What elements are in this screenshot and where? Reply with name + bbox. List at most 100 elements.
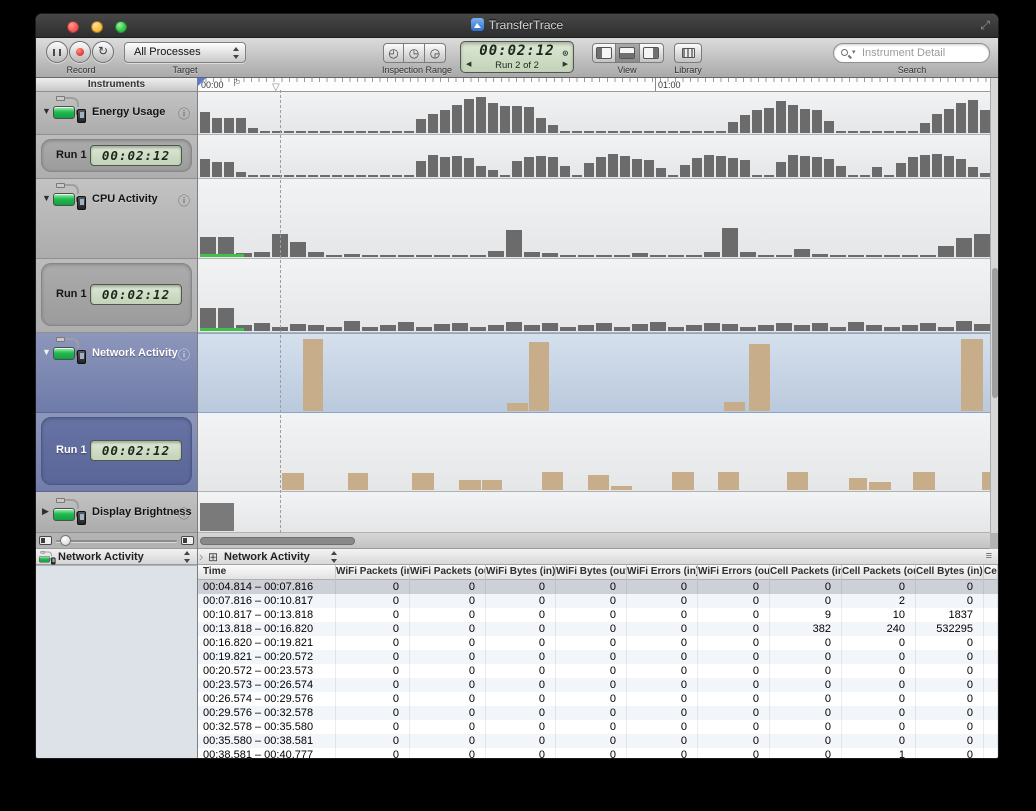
view-right-pane-button[interactable]	[640, 43, 664, 63]
column-header[interactable]: WiFi Packets (out)	[410, 565, 486, 580]
chart-bar	[611, 486, 632, 490]
chart-bar	[902, 255, 918, 257]
info-icon[interactable]: ⓘ	[178, 346, 190, 363]
zoom-slider-track[interactable]	[56, 540, 177, 542]
playhead-icon[interactable]: ▽	[272, 82, 280, 93]
table-cell: 0	[916, 594, 984, 608]
table-cell: 0	[842, 706, 916, 720]
track-zoom-slider-row	[36, 533, 197, 548]
table-cell	[984, 636, 998, 650]
inspection-range-end-button[interactable]: ◶	[425, 43, 446, 63]
table-row[interactable]: 00:07.816 – 00:10.817000000020	[198, 594, 998, 608]
vertical-scrollbar[interactable]	[990, 78, 998, 533]
detail-menu-icon[interactable]: ≡	[986, 550, 992, 562]
table-row[interactable]: 00:26.574 – 00:29.576000000000	[198, 692, 998, 706]
chart-bar	[254, 252, 270, 257]
energy-run1-track[interactable]	[198, 135, 990, 179]
target-popup[interactable]: All Processes	[124, 42, 246, 63]
horizontal-scrollbar-thumb[interactable]	[200, 537, 355, 545]
table-row[interactable]: 00:10.817 – 00:13.8180000009101837	[198, 608, 998, 622]
library-button[interactable]	[674, 43, 702, 63]
column-header[interactable]: Cell Bytes (in)	[916, 565, 984, 580]
view-bottom-pane-button[interactable]	[616, 43, 640, 63]
column-header[interactable]: WiFi Errors (in)	[627, 565, 698, 580]
table-row[interactable]: 00:29.576 – 00:32.578000000000	[198, 706, 998, 720]
cpu-activity-track[interactable]	[198, 179, 990, 259]
zoom-slider-thumb[interactable]	[60, 535, 71, 546]
table-row[interactable]: 00:19.821 – 00:20.572000000000	[198, 650, 998, 664]
flag-marker-icon[interactable]: ⚐	[232, 78, 241, 89]
table-row[interactable]: 00:20.572 – 00:23.573000000000	[198, 664, 998, 678]
table-cell: 0	[770, 678, 842, 692]
inspection-range-start-button[interactable]: ◴	[383, 43, 404, 63]
cpu-run-row[interactable]: Run 100:02:12	[36, 259, 197, 333]
network-run-row[interactable]: Run 100:02:12	[36, 413, 197, 492]
disclosure-triangle-icon[interactable]: ▼	[42, 193, 51, 203]
table-cell: 0	[556, 650, 627, 664]
breadcrumb-stepper-icon[interactable]	[330, 550, 339, 564]
chart-bar	[578, 255, 594, 257]
column-header[interactable]: WiFi Bytes (in)	[486, 565, 556, 580]
display-brightness-track[interactable]	[198, 492, 990, 533]
chart-bar	[614, 327, 630, 331]
info-icon[interactable]: ⓘ	[178, 505, 190, 522]
horizontal-scrollbar[interactable]	[198, 533, 990, 549]
table-row[interactable]: 00:04.814 – 00:07.816000000000	[198, 580, 998, 594]
previous-run-button[interactable]: ◀	[466, 60, 471, 68]
vertical-scrollbar-thumb[interactable]	[992, 268, 998, 398]
chart-bar	[452, 323, 468, 331]
disclosure-triangle-icon[interactable]: ▶	[42, 506, 49, 517]
timeline-ruler[interactable]: 00:00 01:00 ⚐ ▽	[198, 78, 990, 92]
playhead-line[interactable]	[280, 90, 281, 533]
column-header[interactable]: Cell Packets (out)	[842, 565, 916, 580]
network-run1-track[interactable]	[198, 413, 990, 492]
zoom-in-icon[interactable]	[181, 536, 194, 545]
loop-button[interactable]: ↻	[92, 41, 114, 63]
inspection-range-focus-button[interactable]: ◷	[404, 43, 425, 63]
column-header[interactable]: WiFi Bytes (out)	[556, 565, 627, 580]
detail-instrument-selector[interactable]: Network Activity	[36, 548, 197, 565]
energy-run-row[interactable]: Run 100:02:12	[36, 135, 197, 179]
energy-usage-track[interactable]	[198, 92, 990, 135]
sidebar-item-energy-usage[interactable]: ▼ Energy Usage ⓘ	[36, 92, 197, 135]
sidebar-item-display-brightness[interactable]: ▶ Display Brightness ⓘ	[36, 492, 197, 533]
table-row[interactable]: 00:16.820 – 00:19.821000000000	[198, 636, 998, 650]
table-body: 00:04.814 – 00:07.81600000000000:07.816 …	[198, 580, 998, 758]
chart-bar	[956, 159, 966, 177]
table-row[interactable]: 00:35.580 – 00:38.581000000000	[198, 734, 998, 748]
inspection-start-icon: ◴	[384, 44, 403, 62]
table-cell: 10	[842, 608, 916, 622]
sidebar-item-cpu-activity[interactable]: ▼ CPU Activity ⓘ	[36, 179, 197, 259]
disclosure-triangle-icon[interactable]: ▼	[42, 106, 51, 116]
cpu-green-baseline	[200, 328, 244, 331]
chart-bar	[740, 115, 750, 133]
info-icon[interactable]: ⓘ	[178, 105, 190, 122]
pause-button[interactable]	[46, 41, 68, 63]
network-activity-track[interactable]	[198, 333, 990, 413]
table-row[interactable]: 00:23.573 – 00:26.574000000000	[198, 678, 998, 692]
table-row[interactable]: 00:38.581 – 00:40.777000000010	[198, 748, 998, 758]
title-bar[interactable]: TransferTrace ⤢	[36, 14, 998, 38]
next-run-button[interactable]: ▶	[563, 60, 568, 68]
breadcrumb[interactable]: Network Activity	[224, 551, 310, 563]
zoom-out-icon[interactable]	[39, 536, 52, 545]
chart-bar	[344, 321, 360, 331]
fullscreen-icon[interactable]: ⤢	[980, 18, 990, 33]
view-left-pane-button[interactable]	[592, 43, 616, 63]
cpu-run1-track[interactable]	[198, 259, 990, 333]
chart-bar	[944, 156, 954, 177]
column-header[interactable]: Time	[198, 565, 336, 580]
column-header[interactable]: Cell Bytes (out)	[984, 565, 998, 580]
search-input[interactable]: ▾ Instrument Detail	[833, 43, 990, 63]
column-header[interactable]: Cell Packets (in)	[770, 565, 842, 580]
chart-bar	[290, 242, 306, 257]
table-row[interactable]: 00:32.578 – 00:35.580000000000	[198, 720, 998, 734]
record-button[interactable]	[69, 41, 91, 63]
info-icon[interactable]: ⓘ	[178, 192, 190, 209]
disclosure-triangle-icon[interactable]: ▼	[42, 347, 51, 357]
column-header[interactable]: WiFi Errors (out)	[698, 565, 770, 580]
table-cell	[984, 748, 998, 758]
column-header[interactable]: WiFi Packets (in)	[336, 565, 410, 580]
sidebar-item-network-activity[interactable]: ▼ Network Activity ⓘ	[36, 333, 197, 413]
table-row[interactable]: 00:13.818 – 00:16.820000000382240532295	[198, 622, 998, 636]
